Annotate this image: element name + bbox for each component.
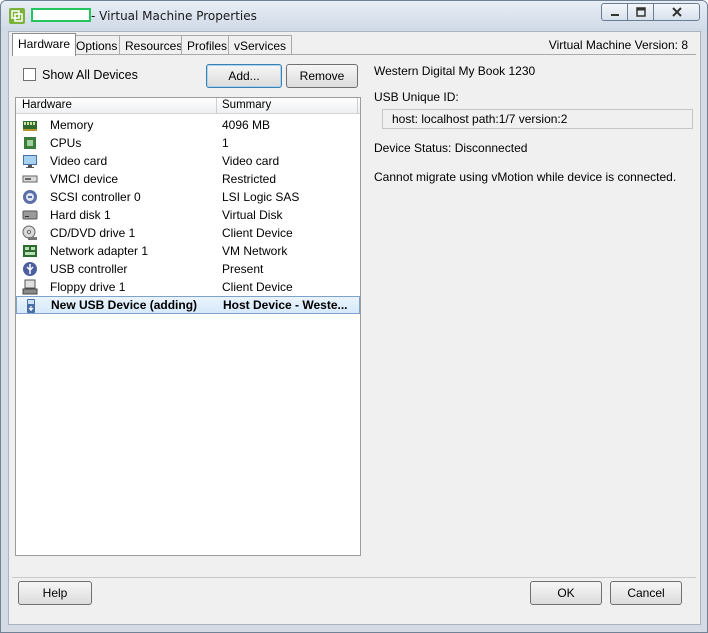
hardware-name: Network adapter 1 — [50, 244, 149, 258]
column-divider[interactable] — [216, 98, 217, 114]
hardware-name: Floppy drive 1 — [50, 280, 126, 294]
hardware-summary: 1 — [222, 136, 229, 150]
close-button[interactable] — [653, 3, 700, 21]
hardware-name: New USB Device (adding) — [51, 298, 198, 312]
hardware-name: VMCI device — [50, 172, 119, 186]
hardware-summary: Client Device — [222, 280, 293, 294]
vsphere-app-icon — [9, 8, 25, 24]
tab-strip-divider — [12, 54, 696, 55]
remove-device-button[interactable]: Remove — [286, 64, 358, 88]
cd-dvd-icon — [22, 225, 37, 240]
help-button[interactable]: Help — [18, 581, 92, 605]
hardware-list-header: Hardware Summary — [16, 98, 360, 114]
vm-version-label: Virtual Machine Version: 8 — [548, 38, 688, 52]
ok-button[interactable]: OK — [530, 581, 602, 605]
hard-disk-icon — [22, 210, 38, 220]
device-name: Western Digital My Book 1230 — [374, 64, 536, 78]
hardware-row-new-usb-device[interactable]: New USB Device (adding) Host Device - We… — [16, 296, 360, 314]
hardware-row-usb-controller[interactable]: USB controller Present — [16, 260, 360, 278]
hardware-summary: 4096 MB — [222, 118, 271, 132]
redacted-vm-name — [31, 8, 91, 22]
hardware-row-hard-disk[interactable]: Hard disk 1 Virtual Disk — [16, 206, 360, 224]
column-divider[interactable] — [357, 98, 358, 114]
footer-divider — [12, 577, 696, 578]
hardware-row-vmci[interactable]: VMCI device Restricted — [16, 170, 360, 188]
show-all-devices-checkbox[interactable] — [23, 68, 36, 81]
hardware-row-floppy[interactable]: Floppy drive 1 Client Device — [16, 278, 360, 296]
hardware-summary: Client Device — [222, 226, 293, 240]
title-bar: - Virtual Machine Properties — [1, 1, 707, 31]
hardware-summary: Video card — [222, 154, 280, 168]
tab-hardware[interactable]: Hardware — [12, 33, 77, 56]
window-title: - Virtual Machine Properties — [91, 9, 257, 23]
device-icon — [22, 175, 38, 183]
hardware-list[interactable]: Hardware Summary Memory 4096 MB CPUs 1 V… — [15, 97, 361, 556]
hardware-summary: Restricted — [222, 172, 277, 186]
hardware-name: Video card — [50, 154, 108, 168]
hardware-name: CD/DVD drive 1 — [50, 226, 136, 240]
hardware-name: Hard disk 1 — [50, 208, 111, 222]
usb-uid-field: host: localhost path:1/7 version:2 — [382, 109, 693, 129]
vmotion-note: Cannot migrate using vMotion while devic… — [374, 170, 677, 184]
hardware-row-video-card[interactable]: Video card Video card — [16, 152, 360, 170]
memory-icon — [23, 121, 37, 131]
cancel-button[interactable]: Cancel — [610, 581, 682, 605]
tab-resources[interactable]: Resources — [119, 35, 189, 55]
hardware-row-network[interactable]: Network adapter 1 VM Network — [16, 242, 360, 260]
hardware-row-cd-dvd[interactable]: CD/DVD drive 1 Client Device — [16, 224, 360, 242]
hardware-summary: Host Device - Weste... — [223, 298, 348, 312]
maximize-icon — [635, 7, 646, 17]
maximize-button[interactable] — [627, 3, 654, 21]
show-all-devices-label: Show All Devices — [42, 68, 138, 82]
hardware-name: Memory — [50, 118, 94, 132]
monitor-icon — [23, 155, 37, 168]
minimize-icon — [610, 14, 619, 16]
hardware-row-cpus[interactable]: CPUs 1 — [16, 134, 360, 152]
hardware-name: USB controller — [50, 262, 128, 276]
cpu-icon — [24, 137, 36, 149]
column-header-hardware[interactable]: Hardware — [22, 99, 72, 111]
hardware-summary: Present — [222, 262, 264, 276]
hardware-summary: LSI Logic SAS — [222, 190, 300, 204]
hardware-name: SCSI controller 0 — [50, 190, 141, 204]
floppy-icon — [22, 279, 38, 295]
hardware-row-scsi[interactable]: SCSI controller 0 LSI Logic SAS — [16, 188, 360, 206]
usb-uid-label: USB Unique ID: — [374, 90, 459, 104]
vm-properties-window: - Virtual Machine Properties Hardware Op… — [0, 0, 708, 633]
device-status: Device Status: Disconnected — [374, 141, 528, 155]
tab-profiles[interactable]: Profiles — [181, 35, 234, 55]
column-header-summary[interactable]: Summary — [222, 99, 271, 111]
dialog-client-area: Hardware Options Resources Profiles vSer… — [8, 31, 701, 625]
hardware-row-memory[interactable]: Memory 4096 MB — [16, 116, 360, 134]
usb-controller-icon — [23, 262, 37, 276]
minimize-button[interactable] — [601, 3, 628, 21]
usb-device-icon — [27, 299, 35, 313]
close-icon — [671, 7, 682, 17]
hardware-name: CPUs — [50, 136, 82, 150]
tab-options[interactable]: Options — [70, 35, 124, 55]
network-icon — [23, 245, 37, 257]
scsi-icon — [23, 190, 37, 204]
hardware-summary: VM Network — [222, 244, 288, 258]
tab-vservices[interactable]: vServices — [228, 35, 293, 55]
hardware-summary: Virtual Disk — [222, 208, 283, 222]
add-device-button[interactable]: Add... — [206, 64, 282, 88]
